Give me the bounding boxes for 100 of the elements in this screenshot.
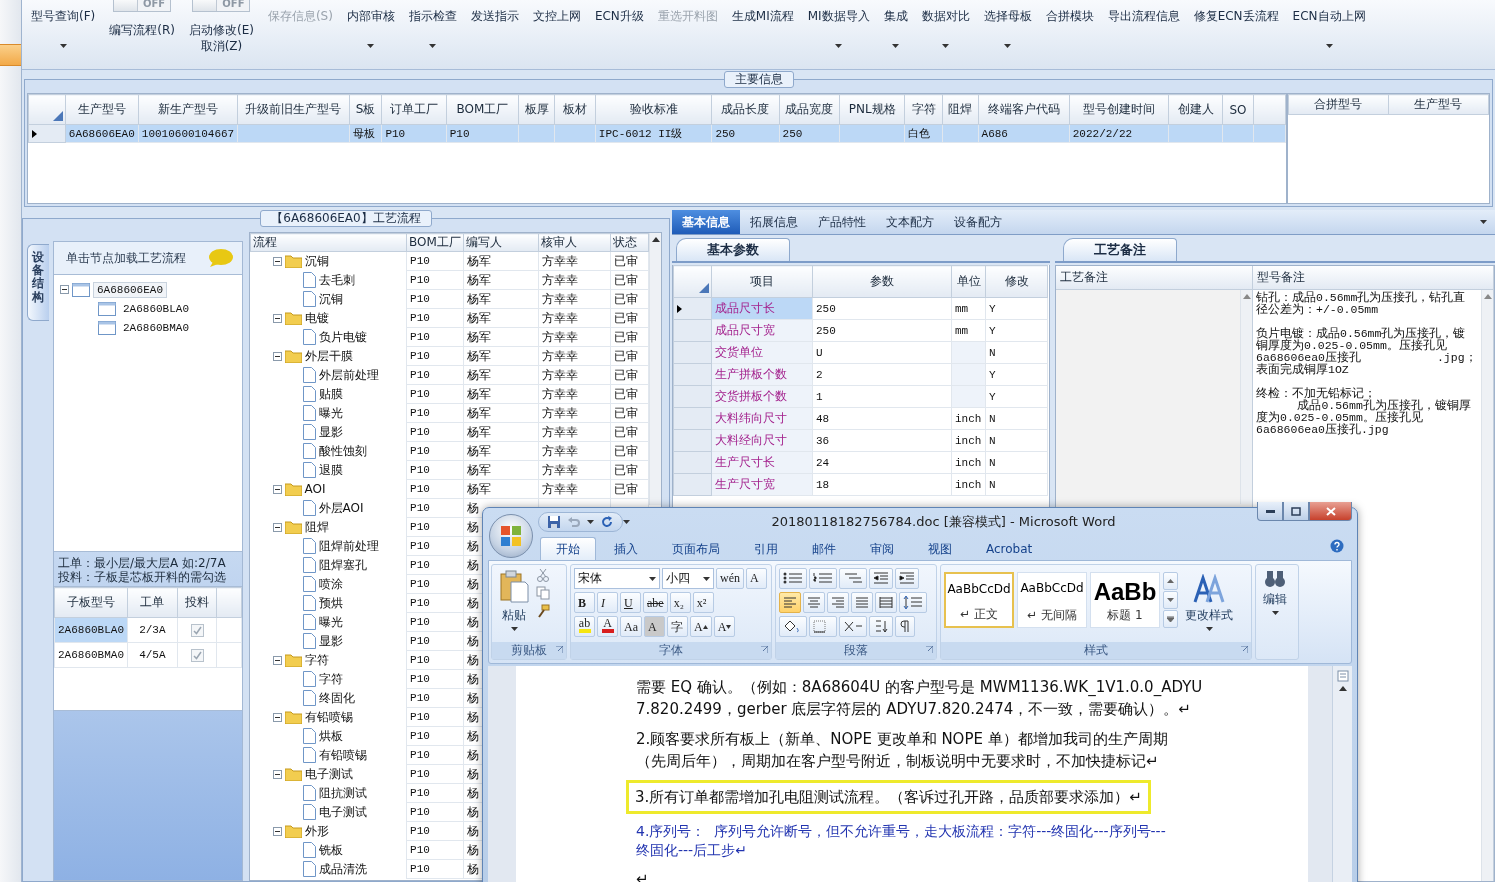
checkbox[interactable]: [190, 648, 204, 662]
column-header[interactable]: 型号备注: [1253, 266, 1493, 290]
line-spacing-button[interactable]: [899, 592, 927, 613]
scroll-up-icon[interactable]: [1338, 686, 1347, 691]
decrease-indent-button[interactable]: [869, 568, 893, 589]
toolbar-button[interactable]: MI数据导入: [800, 0, 877, 68]
column-header[interactable]: 验收标准: [595, 94, 712, 125]
collapse-icon[interactable]: [272, 769, 282, 779]
undo-icon[interactable]: [567, 515, 581, 529]
format-button[interactable]: A: [597, 616, 618, 637]
scrollbar[interactable]: [1332, 666, 1352, 882]
ribbon-tab[interactable]: 引用: [738, 537, 794, 560]
format-button[interactable]: 字: [667, 616, 688, 637]
panel-tab[interactable]: 基本参数: [676, 238, 790, 261]
office-button[interactable]: [489, 514, 533, 558]
column-header[interactable]: 订单工厂: [381, 94, 447, 125]
tree-item[interactable]: 烘板: [318, 727, 343, 745]
side-tab-edge[interactable]: [0, 44, 21, 66]
tree-item[interactable]: 曝光: [318, 404, 343, 422]
column-header[interactable]: SO: [1222, 94, 1254, 125]
toolbar-button[interactable]: 内部审核: [339, 0, 402, 68]
format-button[interactable]: x₂: [669, 592, 691, 613]
ribbon-tab[interactable]: 邮件: [796, 537, 852, 560]
format-button[interactable]: Aa: [620, 616, 642, 637]
format-button[interactable]: U: [620, 592, 641, 613]
shading-button[interactable]: [779, 616, 807, 637]
format-button[interactable]: abe: [643, 592, 668, 613]
scrollbar[interactable]: [1240, 290, 1252, 504]
help-icon[interactable]: [1330, 539, 1344, 553]
save-icon[interactable]: [547, 515, 561, 529]
tree-item[interactable]: 电镀: [304, 309, 329, 327]
column-header[interactable]: 阻焊: [942, 94, 979, 125]
format-button[interactable]: ab: [574, 616, 595, 637]
tree-item[interactable]: 阻焊塞孔: [318, 556, 367, 574]
vertical-tab[interactable]: 设备结构: [27, 244, 49, 321]
format-button[interactable]: wén: [716, 568, 744, 589]
tree-item[interactable]: 曝光: [318, 613, 343, 631]
ribbon-tab[interactable]: 审阅: [854, 537, 910, 560]
minimize-button[interactable]: [1257, 502, 1283, 521]
tab[interactable]: 基本信息: [672, 210, 740, 234]
tree-item[interactable]: 字符: [318, 670, 343, 688]
ribbon-tab[interactable]: 页面布局: [656, 537, 736, 560]
column-header[interactable]: S板: [349, 94, 382, 125]
tree-item[interactable]: 外层AOI: [318, 499, 364, 517]
scroll-up-button[interactable]: [1163, 572, 1178, 590]
scroll-up-icon[interactable]: [651, 237, 660, 242]
column-header[interactable]: 板材: [554, 94, 596, 125]
toolbar-button[interactable]: ECN升级: [587, 0, 651, 68]
toolbar-button[interactable]: ECN自动上网: [1285, 0, 1373, 68]
column-header[interactable]: 编写人: [463, 233, 539, 252]
collapse-icon[interactable]: [272, 313, 282, 323]
increase-indent-button[interactable]: [895, 568, 919, 589]
collapse-icon[interactable]: [272, 712, 282, 722]
tree-item[interactable]: 字符: [304, 651, 329, 669]
column-header[interactable]: 参数: [812, 265, 952, 298]
tree-item[interactable]: 显影: [318, 632, 343, 650]
toolbar-button[interactable]: OFF 编写流程(R): [102, 0, 182, 68]
column-header[interactable]: 修改: [985, 265, 1048, 298]
tree-item[interactable]: 2A6860BMA0: [119, 319, 193, 336]
tree-item[interactable]: 酸性蚀刻: [318, 442, 367, 460]
style-option[interactable]: AaBbCcDd ↵ 正文: [944, 572, 1014, 628]
tree-item[interactable]: 外形: [304, 822, 329, 840]
align-button[interactable]: [851, 592, 873, 613]
tree-item[interactable]: 退膜: [318, 461, 343, 479]
tab[interactable]: 文本配方: [876, 210, 944, 234]
launcher-icon[interactable]: [1241, 646, 1248, 653]
style-option[interactable]: AaBb 标题 1: [1090, 572, 1160, 628]
table-cell[interactable]: 2A6860BMA0: [54, 642, 128, 668]
format-button[interactable]: A: [644, 616, 665, 637]
toolbar-button[interactable]: OFF 启动修改(E) 取消(Z): [181, 0, 261, 68]
column-header[interactable]: 成品长度: [711, 94, 780, 125]
tree-item[interactable]: 外层前处理: [318, 366, 379, 384]
sort-button[interactable]: [869, 616, 893, 637]
column-header[interactable]: BOM工厂: [406, 233, 464, 252]
ribbon-tab[interactable]: 视图: [912, 537, 968, 560]
panel-tab[interactable]: 工艺备注: [1063, 238, 1177, 261]
toolbar-button[interactable]: 修复ECN丢流程: [1186, 0, 1286, 68]
tree-item[interactable]: 2A6860BLA0: [119, 300, 193, 317]
tree-item[interactable]: 去毛刺: [318, 271, 355, 289]
tree-item[interactable]: 6A68606EA0: [93, 281, 167, 298]
column-header[interactable]: 升级前旧生产型号: [237, 94, 350, 125]
column-header[interactable]: 字符: [904, 94, 943, 125]
show-marks-button[interactable]: [895, 616, 915, 637]
tree-item[interactable]: 铣板: [318, 841, 343, 859]
bullets-button[interactable]: [779, 568, 807, 589]
scrollbar[interactable]: [649, 233, 661, 505]
tree-item[interactable]: 沉铜: [318, 290, 343, 308]
column-header[interactable]: 核审人: [538, 233, 611, 252]
change-styles-button[interactable]: 更改样式: [1181, 572, 1237, 633]
column-header[interactable]: 成品宽度: [779, 94, 840, 125]
toolbar-button[interactable]: 指示检查: [401, 0, 464, 68]
column-header[interactable]: 流程: [250, 233, 407, 252]
scrollbar[interactable]: [1481, 290, 1493, 881]
close-button[interactable]: [1309, 502, 1352, 521]
ribbon-tab[interactable]: 开始: [540, 537, 596, 560]
column-header[interactable]: 单位: [951, 265, 986, 298]
multilevel-list-button[interactable]: [839, 568, 867, 589]
tree-item[interactable]: 有铅喷锡: [318, 746, 367, 764]
column-header[interactable]: 项目: [711, 265, 813, 298]
format-button[interactable]: A: [690, 616, 712, 637]
